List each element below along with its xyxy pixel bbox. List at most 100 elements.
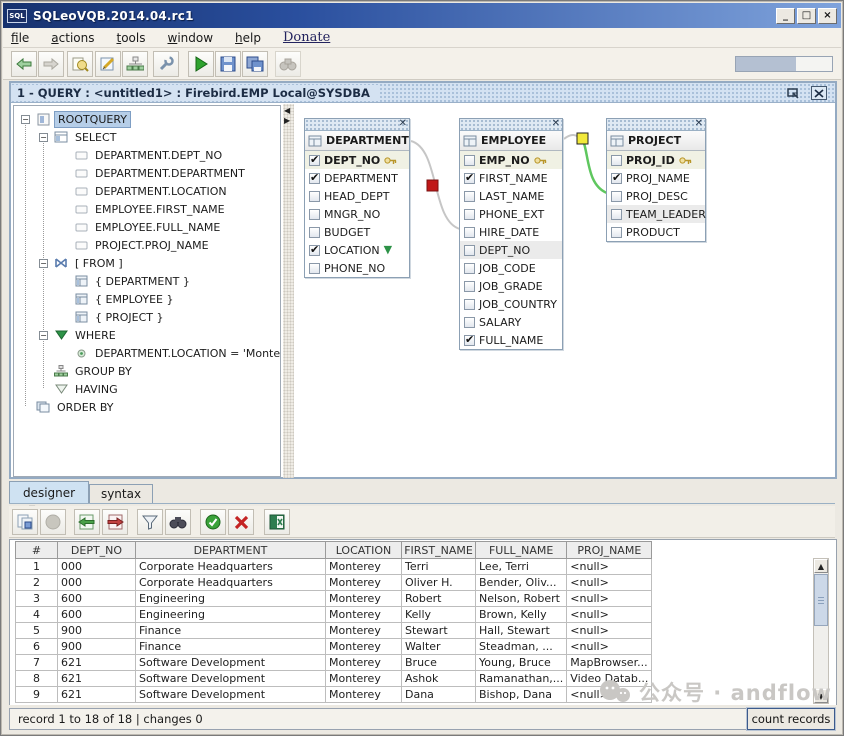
tree-label[interactable]: WHERE xyxy=(72,328,119,343)
tree-label[interactable]: EMPLOYEE.FIRST_NAME xyxy=(92,202,228,217)
field-checkbox[interactable] xyxy=(464,227,475,238)
first-name-cell[interactable]: Robert xyxy=(402,591,476,607)
table-field[interactable]: MNGR_NO xyxy=(305,205,409,223)
dept-no-cell[interactable]: 900 xyxy=(58,639,136,655)
table-field[interactable]: JOB_GRADE xyxy=(460,277,562,295)
tree-label[interactable]: DEPARTMENT.DEPT_NO xyxy=(92,148,225,163)
find-record-button[interactable] xyxy=(165,509,191,535)
dept-no-cell[interactable]: 000 xyxy=(58,575,136,591)
department-cell[interactable]: Engineering xyxy=(136,591,326,607)
row-number-cell[interactable]: 5 xyxy=(16,623,58,639)
proj-name-cell[interactable]: <null> xyxy=(567,575,652,591)
department-cell[interactable]: Software Development xyxy=(136,671,326,687)
tree-node-where[interactable]: − WHERE xyxy=(16,326,276,344)
table-field[interactable]: BUDGET xyxy=(305,223,409,241)
menu-item[interactable]: actions xyxy=(51,31,94,45)
save-button[interactable] xyxy=(215,51,241,77)
tree-node-select-column[interactable]: DEPARTMENT.DEPARTMENT xyxy=(16,164,276,182)
copy-button[interactable] xyxy=(12,509,38,535)
location-cell[interactable]: Monterey xyxy=(326,591,402,607)
menu-item[interactable]: tools xyxy=(116,31,145,45)
dept-no-cell[interactable]: 900 xyxy=(58,623,136,639)
table-field[interactable]: PRODUCT xyxy=(607,223,705,241)
table-row[interactable]: 6 900 Finance Monterey Walter Steadman, … xyxy=(16,639,652,655)
field-checkbox[interactable] xyxy=(309,227,320,238)
location-cell[interactable]: Monterey xyxy=(326,575,402,591)
tree-node-having[interactable]: HAVING xyxy=(16,380,276,398)
first-name-cell[interactable]: Dana xyxy=(402,687,476,703)
count-records-button[interactable]: count records xyxy=(747,708,835,730)
table-row[interactable]: 7 621 Software Development Monterey Bruc… xyxy=(16,655,652,671)
field-checkbox[interactable] xyxy=(309,191,320,202)
first-name-cell[interactable]: Walter xyxy=(402,639,476,655)
column-header[interactable]: FULL_NAME xyxy=(476,542,567,559)
card-drag-handle[interactable]: ✕ xyxy=(305,119,409,131)
field-checkbox[interactable] xyxy=(464,263,475,274)
table-field[interactable]: PHONE_NO xyxy=(305,259,409,277)
tree-label[interactable]: { PROJECT } xyxy=(92,310,167,325)
field-checkbox[interactable] xyxy=(464,335,475,346)
minimize-button[interactable]: _ xyxy=(776,8,795,24)
dept-no-cell[interactable]: 621 xyxy=(58,671,136,687)
proj-name-cell[interactable]: <null> xyxy=(567,607,652,623)
metadata-explorer-button[interactable] xyxy=(67,51,93,77)
expand-right-icon[interactable]: ▶ xyxy=(284,117,290,125)
full-name-cell[interactable]: Bender, Oliv... xyxy=(476,575,567,591)
table-field[interactable]: HEAD_DEPT xyxy=(305,187,409,205)
menu-item[interactable]: help xyxy=(235,31,261,45)
location-cell[interactable]: Monterey xyxy=(326,655,402,671)
table-field[interactable]: PROJ_NAME xyxy=(607,169,705,187)
tree-node-from-table[interactable]: { EMPLOYEE } xyxy=(16,290,276,308)
first-name-cell[interactable]: Kelly xyxy=(402,607,476,623)
location-cell[interactable]: Monterey xyxy=(326,639,402,655)
forward-button[interactable] xyxy=(38,51,64,77)
proj-name-cell[interactable]: Video Datab... xyxy=(567,671,652,687)
tree-node-select-column[interactable]: PROJECT.PROJ_NAME xyxy=(16,236,276,254)
table-field[interactable]: LAST_NAME xyxy=(460,187,562,205)
department-cell[interactable]: Finance xyxy=(136,639,326,655)
table-field[interactable]: DEPARTMENT xyxy=(305,169,409,187)
table-row[interactable]: 5 900 Finance Monterey Stewart Hall, Ste… xyxy=(16,623,652,639)
full-name-cell[interactable]: Nelson, Robert xyxy=(476,591,567,607)
donate-link[interactable]: Donate xyxy=(283,30,330,45)
expand-handle[interactable]: − xyxy=(39,326,53,344)
first-name-cell[interactable]: Oliver H. xyxy=(402,575,476,591)
field-checkbox[interactable] xyxy=(309,155,320,166)
table-card-project[interactable]: ✕ PROJECT PROJ_ID xyxy=(606,118,706,242)
row-number-cell[interactable]: 2 xyxy=(16,575,58,591)
scroll-down-icon[interactable]: ▼ xyxy=(814,689,828,703)
proj-name-cell[interactable]: <null> xyxy=(567,687,652,703)
card-close-icon[interactable]: ✕ xyxy=(695,118,703,130)
card-header[interactable]: DEPARTMENT xyxy=(305,131,409,151)
expand-handle[interactable]: − xyxy=(39,254,53,272)
row-number-cell[interactable]: 8 xyxy=(16,671,58,687)
field-checkbox[interactable] xyxy=(464,245,475,256)
table-field[interactable]: TEAM_LEADER xyxy=(607,205,705,223)
proj-name-cell[interactable]: <null> xyxy=(567,639,652,655)
restore-frame-button[interactable] xyxy=(785,86,801,100)
department-cell[interactable]: Corporate Headquarters xyxy=(136,575,326,591)
field-checkbox[interactable] xyxy=(309,173,320,184)
full-name-cell[interactable]: Young, Bruce xyxy=(476,655,567,671)
dept-no-cell[interactable]: 621 xyxy=(58,655,136,671)
tree-node-select-column[interactable]: DEPARTMENT.LOCATION xyxy=(16,182,276,200)
record-button[interactable] xyxy=(40,509,66,535)
table-row[interactable]: 3 600 Engineering Monterey Robert Nelson… xyxy=(16,591,652,607)
tree-label[interactable]: { EMPLOYEE } xyxy=(92,292,176,307)
column-header[interactable]: DEPARTMENT xyxy=(136,542,326,559)
tree-node-select[interactable]: − SELECT xyxy=(16,128,276,146)
table-field[interactable]: LOCATION ▼ xyxy=(305,241,409,259)
tree-node-from-table[interactable]: { DEPARTMENT } xyxy=(16,272,276,290)
tab-syntax[interactable]: syntax xyxy=(89,484,153,504)
table-field[interactable]: FULL_NAME xyxy=(460,331,562,349)
row-number-cell[interactable]: 1 xyxy=(16,559,58,575)
tree-label[interactable]: PROJECT.PROJ_NAME xyxy=(92,238,212,253)
tree-node-select-column[interactable]: DEPARTMENT.DEPT_NO xyxy=(16,146,276,164)
column-header[interactable]: LOCATION xyxy=(326,542,402,559)
collapse-left-icon[interactable]: ◀ xyxy=(284,107,290,115)
tree-label[interactable]: [ FROM ] xyxy=(72,256,126,271)
location-cell[interactable]: Monterey xyxy=(326,559,402,575)
table-field[interactable]: JOB_COUNTRY xyxy=(460,295,562,313)
tree-label[interactable]: DEPARTMENT.LOCATION xyxy=(92,184,230,199)
fetch-next-button[interactable] xyxy=(102,509,128,535)
